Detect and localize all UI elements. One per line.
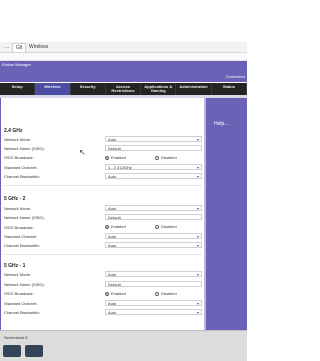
taskbar-app-icon[interactable]: [3, 345, 21, 357]
ssid-broadcast-enabled[interactable]: Enabled: [105, 155, 126, 160]
standard-channel-label: Standard Channel:: [4, 165, 38, 170]
nav-administration[interactable]: Administration: [176, 83, 212, 95]
ssid-broadcast-enabled[interactable]: Enabled: [105, 291, 126, 296]
nav-status[interactable]: Status: [212, 83, 247, 95]
router-banner-title: Router Manager: [2, 62, 31, 67]
ssid-broadcast-disabled[interactable]: Disabled: [155, 224, 177, 229]
section-divider: [4, 185, 202, 186]
network-mode-select[interactable]: Auto ▾: [105, 136, 202, 142]
browser-tab-bar: ... Glt Wireless: [0, 42, 247, 53]
taskbar-label: Screenshot 5: [4, 335, 28, 340]
standard-channel-select[interactable]: Auto ▾: [105, 233, 202, 239]
mouse-cursor-icon: ↖: [79, 148, 86, 157]
chevron-down-icon: ▾: [196, 165, 199, 170]
ssid-label: Network Name (SSID):: [4, 146, 45, 151]
channel-bandwidth-select[interactable]: Auto ▾: [105, 173, 202, 179]
ssid-broadcast-enabled[interactable]: Enabled: [105, 224, 126, 229]
nav-access-restrictions[interactable]: Access Restrictions: [106, 83, 142, 95]
taskbar-app-icon[interactable]: [25, 345, 43, 357]
help-link[interactable]: Help...: [214, 121, 228, 127]
standard-channel-label: Standard Channel:: [4, 234, 38, 239]
nav-wireless[interactable]: Wireless: [35, 83, 71, 95]
chevron-down-icon: ▾: [196, 272, 199, 277]
nav-setup[interactable]: Setup: [0, 83, 36, 95]
router-header: [0, 61, 247, 82]
chevron-down-icon: ▾: [196, 234, 199, 239]
standard-channel-select[interactable]: Auto ▾: [105, 300, 202, 306]
ssid-broadcast-label: SSID Broadcast:: [4, 291, 34, 296]
browser-tab-active[interactable]: Glt: [12, 43, 27, 52]
chevron-down-icon: ▾: [196, 310, 199, 315]
ssid-broadcast-disabled[interactable]: Disabled: [155, 291, 177, 296]
radio-icon: [155, 224, 159, 229]
browser-tab[interactable]: Wireless: [26, 43, 51, 51]
ssid-label: Network Name (SSID):: [4, 282, 45, 287]
network-mode-label: Network Mode:: [4, 137, 31, 142]
radio-selected-icon: [105, 155, 109, 160]
ssid-broadcast-disabled[interactable]: Disabled: [155, 155, 177, 160]
chevron-down-icon: ▾: [196, 174, 199, 179]
browser-tab[interactable]: ...: [2, 43, 12, 51]
radio-icon: [155, 155, 159, 160]
ssid-broadcast-label: SSID Broadcast:: [4, 225, 34, 230]
left-accent-bar: [0, 98, 1, 330]
nav-applications-gaming[interactable]: Applications & Gaming: [141, 83, 177, 95]
network-mode-select[interactable]: Auto ▾: [105, 205, 202, 211]
main-nav: Setup Wireless Security Access Restricti…: [0, 83, 247, 95]
chevron-down-icon: ▾: [196, 243, 199, 248]
nav-security[interactable]: Security: [71, 83, 106, 95]
channel-bandwidth-label: Channel Bandwidth:: [4, 243, 40, 248]
radio-selected-icon: [105, 224, 109, 229]
channel-bandwidth-label: Channel Bandwidth:: [4, 310, 40, 315]
ssid-input[interactable]: Default: [105, 145, 202, 151]
address-bar[interactable]: [0, 53, 247, 61]
radio-selected-icon: [105, 291, 109, 296]
channel-bandwidth-select[interactable]: Auto ▾: [105, 309, 202, 315]
network-mode-select[interactable]: Auto ▾: [105, 271, 202, 277]
network-mode-label: Network Mode:: [4, 206, 31, 211]
chevron-down-icon: ▾: [196, 137, 199, 142]
chevron-down-icon: ▾: [196, 301, 199, 306]
network-mode-label: Network Mode:: [4, 272, 31, 277]
standard-channel-select[interactable]: 1 - 2.412GHz ▾: [105, 164, 202, 170]
standard-channel-label: Standard Channel:: [4, 301, 38, 306]
router-banner-status: Connected: [225, 74, 245, 79]
section-title-2-4ghz: 2.4 GHz: [4, 128, 23, 134]
ssid-label: Network Name (SSID):: [4, 215, 45, 220]
section-title-5ghz-2: 5 GHz - 2: [4, 196, 26, 202]
section-title-5ghz-1: 5 GHz - 1: [4, 263, 26, 269]
taskbar: Screenshot 5: [0, 330, 247, 361]
chevron-down-icon: ▾: [196, 206, 199, 211]
ssid-broadcast-label: SSID Broadcast:: [4, 155, 34, 160]
ssid-input[interactable]: Default: [105, 281, 202, 287]
section-divider: [4, 254, 202, 255]
ssid-input[interactable]: Default: [105, 214, 202, 220]
help-panel: [206, 98, 247, 330]
channel-bandwidth-label: Channel Bandwidth:: [4, 174, 40, 179]
channel-bandwidth-select[interactable]: Auto ▾: [105, 242, 202, 248]
radio-icon: [155, 291, 159, 296]
